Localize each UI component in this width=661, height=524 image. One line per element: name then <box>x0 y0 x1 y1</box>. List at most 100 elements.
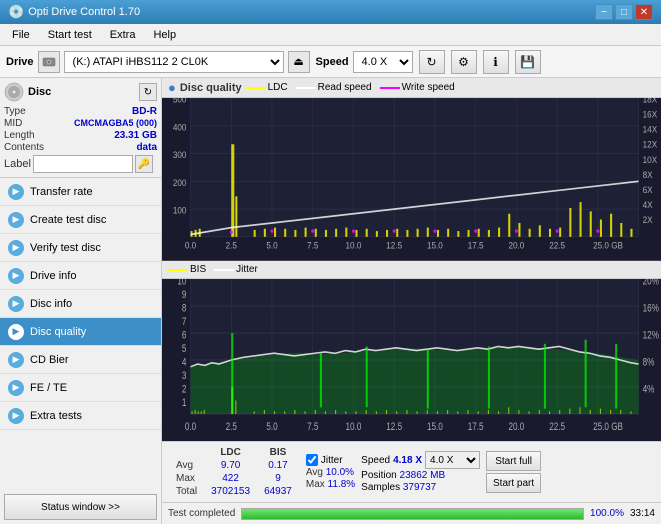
svg-text:100: 100 <box>173 205 187 216</box>
legend-write-speed-color <box>380 87 400 89</box>
disc-panel: Disc ↻ Type BD-R MID CMCMAGBA5 (000) Len… <box>0 78 161 178</box>
drive-label: Drive <box>6 56 34 68</box>
save-button[interactable]: 💾 <box>515 50 541 74</box>
stats-total-label: Total <box>170 486 203 497</box>
nav-disc-quality[interactable]: ▶ Disc quality <box>0 318 161 346</box>
svg-text:18X: 18X <box>643 98 658 105</box>
nav-drive-info[interactable]: ▶ Drive info <box>0 262 161 290</box>
jitter-max-value: 11.8% <box>328 479 356 490</box>
nav-verify-test-disc[interactable]: ▶ Verify test disc <box>0 234 161 262</box>
disc-label-button[interactable]: 🔑 <box>135 155 153 173</box>
speed-select[interactable]: 4.0 X <box>353 51 413 73</box>
stats-table: LDC BIS Avg 9.70 0.17 Max 422 9 <box>168 445 300 499</box>
nav-transfer-rate[interactable]: ▶ Transfer rate <box>0 178 161 206</box>
menu-help[interactable]: Help <box>145 27 184 43</box>
stats-avg-label: Avg <box>170 460 203 471</box>
chart-top-svg: 500 400 300 200 100 18X 16X 14X 12X 10X … <box>162 98 661 260</box>
legend-jitter-label: Jitter <box>236 264 258 275</box>
start-part-button[interactable]: Start part <box>486 473 541 493</box>
status-text: Test completed <box>168 508 235 519</box>
legend-bottom: BIS Jitter <box>168 264 258 275</box>
info-button[interactable]: ℹ <box>483 50 509 74</box>
menu-file[interactable]: File <box>4 27 38 43</box>
svg-text:0.0: 0.0 <box>185 240 196 251</box>
svg-text:20.0: 20.0 <box>508 240 524 251</box>
stats-area: LDC BIS Avg 9.70 0.17 Max 422 9 <box>162 441 661 502</box>
chart-bottom-svg: 10 9 8 7 6 5 4 3 2 1 20% 16% 12% 8% 4% <box>162 279 661 441</box>
svg-text:4X: 4X <box>643 199 653 210</box>
close-button[interactable]: ✕ <box>635 4 653 20</box>
disc-contents-label: Contents <box>4 142 44 153</box>
svg-text:10.0: 10.0 <box>346 240 362 251</box>
jitter-checkbox[interactable] <box>306 454 318 466</box>
toolbar: Drive (K:) ATAPI iHBS112 2 CL0K ⏏ Speed … <box>0 46 661 78</box>
refresh-button[interactable]: ↻ <box>419 50 445 74</box>
disc-refresh-button[interactable]: ↻ <box>139 83 157 101</box>
nav-fe-te-label: FE / TE <box>30 382 67 394</box>
nav-extra-tests[interactable]: ▶ Extra tests <box>0 402 161 430</box>
legend-bis-color <box>168 269 188 271</box>
svg-text:15.0: 15.0 <box>427 240 443 251</box>
legend-jitter-color <box>214 269 234 271</box>
legend-write-speed: Write speed <box>380 82 455 93</box>
fe-te-icon: ▶ <box>8 380 24 396</box>
eject-button[interactable]: ⏏ <box>288 51 310 73</box>
svg-text:10: 10 <box>177 279 186 288</box>
disc-label-row: Label 🔑 <box>4 155 157 173</box>
minimize-button[interactable]: − <box>595 4 613 20</box>
sidebar: Disc ↻ Type BD-R MID CMCMAGBA5 (000) Len… <box>0 78 162 524</box>
settings-button[interactable]: ⚙ <box>451 50 477 74</box>
stats-col-bis: BIS <box>258 447 298 458</box>
svg-text:17.5: 17.5 <box>468 421 484 433</box>
progress-percent: 100.0% <box>590 508 624 519</box>
disc-contents-value: data <box>136 142 157 153</box>
disc-info-icon: ▶ <box>8 296 24 312</box>
speed-value: 4.18 X <box>393 455 422 466</box>
transfer-rate-icon: ▶ <box>8 184 24 200</box>
disc-icon <box>4 82 24 102</box>
nav-create-test-disc[interactable]: ▶ Create test disc <box>0 206 161 234</box>
samples-row: Samples 379737 <box>361 482 480 493</box>
svg-text:7: 7 <box>182 316 187 328</box>
stats-row-avg: Avg 9.70 0.17 <box>170 460 298 471</box>
disc-label-label: Label <box>4 158 31 170</box>
nav-cd-bier[interactable]: ▶ CD Bier <box>0 346 161 374</box>
menu-start-test[interactable]: Start test <box>40 27 100 43</box>
samples-value: 379737 <box>403 482 436 493</box>
nav-create-test-disc-label: Create test disc <box>30 214 106 226</box>
svg-text:1: 1 <box>182 397 187 409</box>
position-value: 23862 MB <box>400 470 446 481</box>
legend-read-speed-label: Read speed <box>318 82 372 93</box>
nav-fe-te[interactable]: ▶ FE / TE <box>0 374 161 402</box>
cd-bier-icon: ▶ <box>8 352 24 368</box>
progress-time: 33:14 <box>630 508 655 519</box>
menu-extra[interactable]: Extra <box>102 27 144 43</box>
disc-label-input[interactable] <box>33 155 133 173</box>
nav-drive-info-label: Drive info <box>30 270 76 282</box>
stats-max-label: Max <box>170 473 203 484</box>
status-window-button[interactable]: Status window >> <box>4 494 157 520</box>
disc-type-row: Type BD-R <box>4 106 157 117</box>
jitter-avg: Avg 10.0% <box>306 467 355 478</box>
samples-label: Samples <box>361 482 400 493</box>
legend-read-speed-color <box>296 87 316 89</box>
svg-text:14X: 14X <box>643 124 658 135</box>
legend-top: LDC Read speed Write speed <box>246 82 455 93</box>
speed-select2[interactable]: 4.0 X <box>425 451 480 469</box>
svg-text:2: 2 <box>182 383 187 395</box>
drive-select[interactable]: (K:) ATAPI iHBS112 2 CL0K <box>64 51 284 73</box>
svg-text:6X: 6X <box>643 184 653 195</box>
svg-text:12%: 12% <box>643 329 660 341</box>
start-full-button[interactable]: Start full <box>486 451 541 471</box>
speed-group: Speed 4.0 X <box>316 51 413 73</box>
nav-extra-tests-label: Extra tests <box>30 410 82 422</box>
create-test-disc-icon: ▶ <box>8 212 24 228</box>
svg-text:8: 8 <box>182 302 187 314</box>
nav-disc-info[interactable]: ▶ Disc info <box>0 290 161 318</box>
svg-text:2X: 2X <box>643 214 653 225</box>
maximize-button[interactable]: □ <box>615 4 633 20</box>
legend-write-speed-label: Write speed <box>402 82 455 93</box>
svg-text:12.5: 12.5 <box>386 240 402 251</box>
disc-length-row: Length 23.31 GB <box>4 130 157 141</box>
progress-area: Test completed 100.0% 33:14 <box>162 502 661 524</box>
